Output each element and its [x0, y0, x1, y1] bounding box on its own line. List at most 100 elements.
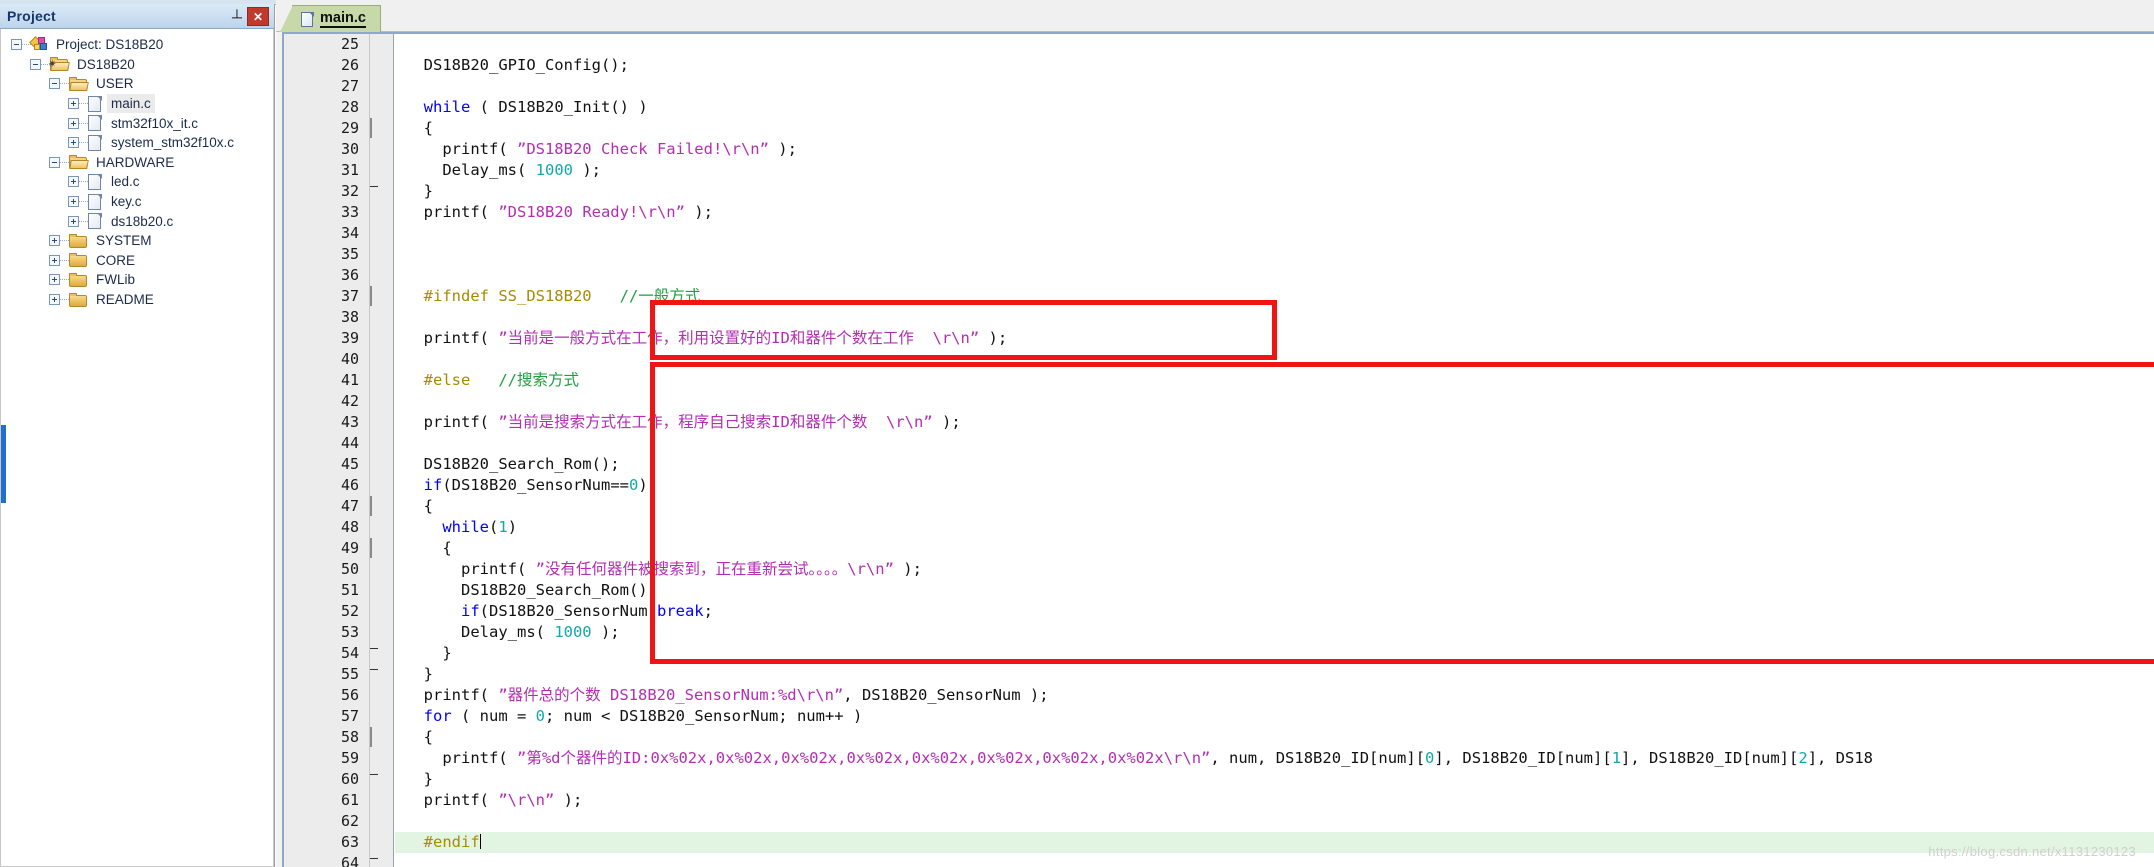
tree-item-project-ds18b20[interactable]: Project: DS18B20	[1, 35, 273, 55]
fold-collapse-icon[interactable]	[370, 118, 372, 138]
fold-marker	[370, 76, 393, 97]
code-line[interactable]: printf( ”\r\n” );	[395, 790, 2154, 811]
fold-marker[interactable]	[370, 496, 393, 517]
tree-item-ds18b20[interactable]: ✷ DS18B20	[1, 55, 273, 75]
code-token-plain: );	[768, 140, 797, 158]
fold-marker	[370, 265, 393, 286]
code-line[interactable]: DS18B20_Search_Rom();	[395, 454, 2154, 475]
code-line[interactable]: printf( ”DS18B20 Check Failed!\r\n” );	[395, 139, 2154, 160]
code-line[interactable]	[395, 76, 2154, 97]
code-line[interactable]	[395, 307, 2154, 328]
collapse-icon[interactable]	[49, 156, 60, 168]
tree-item-system[interactable]: SYSTEM	[1, 231, 273, 251]
expand-icon[interactable]	[49, 235, 60, 247]
code-line[interactable]: {	[395, 727, 2154, 748]
tab-main-c[interactable]: main.c	[280, 5, 381, 32]
code-line[interactable]: printf( ”第%d个器件的ID:0x%02x,0x%02x,0x%02x,…	[395, 748, 2154, 769]
tree-item-main-c[interactable]: main.c	[1, 94, 273, 114]
pin-icon[interactable]: ┴	[227, 7, 247, 27]
code-line[interactable]: {	[395, 118, 2154, 139]
fold-collapse-icon[interactable]	[370, 727, 372, 747]
line-number: 60	[340, 770, 359, 788]
code-line[interactable]: printf( ”当前是一般方式在工作，利用设置好的ID和器件个数在工作 \r\…	[395, 328, 2154, 349]
collapse-icon[interactable]	[30, 58, 41, 70]
code-line[interactable]: #ifndef SS_DS18B20 //一般方式	[395, 286, 2154, 307]
collapse-icon[interactable]	[49, 78, 60, 90]
code-line[interactable]: #endif	[395, 832, 2154, 853]
code-line[interactable]: DS18B20_Search_Rom();	[395, 580, 2154, 601]
code-line[interactable]	[395, 433, 2154, 454]
code-line[interactable]	[395, 34, 2154, 55]
code-line[interactable]: for ( num = 0; num < DS18B20_SensorNum; …	[395, 706, 2154, 727]
expand-icon[interactable]	[68, 196, 79, 208]
code-line[interactable]: printf( ”当前是搜索方式在工作，程序自己搜索ID和器件个数 \r\n” …	[395, 412, 2154, 433]
close-icon[interactable]: ✕	[247, 7, 269, 26]
fold-marker[interactable]	[370, 118, 393, 139]
fold-marker	[370, 664, 393, 685]
code-line[interactable]	[395, 811, 2154, 832]
code-line[interactable]	[395, 223, 2154, 244]
tree-item-key-c[interactable]: key.c	[1, 192, 273, 212]
fold-marker	[370, 643, 393, 664]
line-number: 34	[340, 224, 359, 242]
code-line[interactable]: Delay_ms( 1000 );	[395, 622, 2154, 643]
tree-item-stm32f10x-it-c[interactable]: stm32f10x_it.c	[1, 113, 273, 133]
code-line[interactable]: DS18B20_GPIO_Config();	[395, 55, 2154, 76]
tree-item-label: key.c	[111, 194, 142, 210]
code-line[interactable]: {	[395, 496, 2154, 517]
code-line[interactable]: }	[395, 664, 2154, 685]
tree-item-hardware[interactable]: HARDWARE	[1, 153, 273, 173]
expand-icon[interactable]	[68, 215, 79, 227]
line-number: 29	[340, 119, 359, 137]
tree-item-readme[interactable]: README	[1, 290, 273, 310]
fold-marker[interactable]	[370, 727, 393, 748]
expand-icon[interactable]	[68, 137, 79, 149]
code-line[interactable]: while(1)	[395, 517, 2154, 538]
code-folding-column[interactable]	[370, 34, 394, 867]
tree-item-ds18b20-c[interactable]: ds18b20.c	[1, 211, 273, 231]
code-line[interactable]: printf( ”DS18B20 Ready!\r\n” );	[395, 202, 2154, 223]
code-line[interactable]	[395, 265, 2154, 286]
expand-icon[interactable]	[49, 274, 60, 286]
tree-item-user[interactable]: USER	[1, 74, 273, 94]
fold-marker[interactable]	[370, 286, 393, 307]
code-line[interactable]: if(DS18B20_SensorNum)break;	[395, 601, 2154, 622]
expand-icon[interactable]	[68, 176, 79, 188]
collapse-icon[interactable]	[11, 39, 22, 51]
fold-collapse-icon[interactable]	[370, 496, 372, 516]
tree-connector	[79, 181, 88, 183]
expand-icon[interactable]	[49, 294, 60, 306]
code-line[interactable]: }	[395, 181, 2154, 202]
tree-item-system-stm32f10x-c[interactable]: system_stm32f10x.c	[1, 133, 273, 153]
code-line[interactable]: }	[395, 769, 2154, 790]
tree-item-led-c[interactable]: led.c	[1, 172, 273, 192]
code-line[interactable]: #else //搜索方式	[395, 370, 2154, 391]
code-line[interactable]	[395, 391, 2154, 412]
file-icon	[88, 173, 102, 190]
tree-item-fwlib[interactable]: FWLib	[1, 270, 273, 290]
code-token-num: 2	[1798, 749, 1808, 767]
code-line[interactable]	[395, 853, 2154, 867]
code-token-kw: if	[423, 476, 443, 494]
code-line[interactable]: printf( ”器件总的个数 DS18B20_SensorNum:%d\r\n…	[395, 685, 2154, 706]
code-text-area[interactable]: DS18B20_GPIO_Config(); while ( DS18B20_I…	[395, 34, 2154, 867]
expand-icon[interactable]	[68, 117, 79, 129]
code-editor[interactable]: 25 26 27 28 29 30 31 32 33 34 35 36 37 38 39 40 41 42 43 44…	[282, 32, 2154, 867]
code-line[interactable]: }	[395, 643, 2154, 664]
project-tree-container[interactable]: Project: DS18B20 ✷ DS18B20 USER main.c stm32f…	[0, 29, 274, 867]
expand-icon[interactable]	[49, 254, 60, 266]
fold-collapse-icon[interactable]	[370, 286, 372, 306]
code-token-kw: for	[423, 707, 452, 725]
tree-item-core[interactable]: CORE	[1, 251, 273, 271]
code-line[interactable]	[395, 244, 2154, 265]
code-line[interactable]: while ( DS18B20_Init() )	[395, 97, 2154, 118]
code-line[interactable]: if(DS18B20_SensorNum==0)	[395, 475, 2154, 496]
fold-collapse-icon[interactable]	[370, 538, 372, 558]
code-line[interactable]: Delay_ms( 1000 );	[395, 160, 2154, 181]
code-line[interactable]: printf( ”没有任何器件被搜索到，正在重新尝试。。。。\r\n” );	[395, 559, 2154, 580]
expand-icon[interactable]	[68, 98, 79, 110]
fold-marker[interactable]	[370, 538, 393, 559]
code-line[interactable]	[395, 349, 2154, 370]
code-line[interactable]: {	[395, 538, 2154, 559]
